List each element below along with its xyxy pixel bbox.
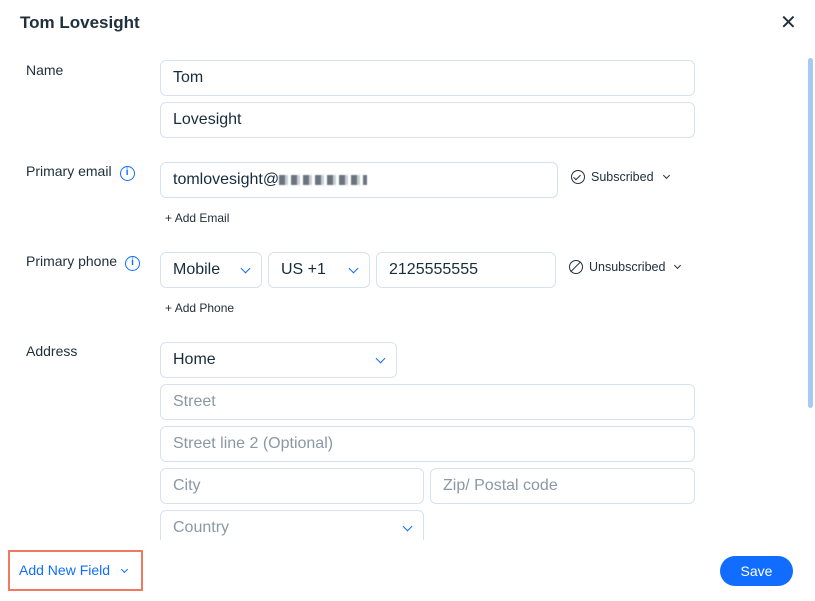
chevron-down-icon <box>375 353 386 364</box>
address-type-value: Home <box>173 351 216 368</box>
city-input[interactable]: City <box>160 468 424 504</box>
chevron-down-icon <box>240 263 251 274</box>
zip-input[interactable]: Zip/ Postal code <box>430 468 695 504</box>
phone-status: Unsubscribed <box>589 260 666 274</box>
blocked-icon <box>569 260 583 274</box>
email-subscription-dropdown[interactable]: Subscribed <box>571 170 670 184</box>
close-icon[interactable]: ✕ <box>780 10 797 35</box>
phone-label: Primary phone i <box>26 253 141 271</box>
address-type-select[interactable]: Home <box>160 342 397 378</box>
add-email-label: Add Email <box>174 211 230 225</box>
phone-type-value: Mobile <box>173 261 221 278</box>
country-select[interactable]: Country <box>160 510 424 540</box>
country-code-select[interactable]: US +1 <box>268 252 370 288</box>
redacted-domain <box>279 174 368 185</box>
chevron-down-icon <box>348 263 359 274</box>
check-circle-icon <box>571 170 585 184</box>
street-input[interactable]: Street <box>160 384 695 420</box>
address-label: Address <box>26 343 78 359</box>
chevron-down-icon <box>674 261 682 270</box>
add-phone-button[interactable]: + Add Phone <box>165 301 234 315</box>
email-label: Primary email i <box>26 163 135 181</box>
phone-subscription-dropdown[interactable]: Unsubscribed <box>569 260 682 274</box>
phone-label-text: Primary phone <box>26 253 118 269</box>
email-value: tomlovesight@ <box>173 171 280 188</box>
email-input[interactable]: tomlovesight@ <box>160 162 558 198</box>
dialog-title: Tom Lovesight <box>20 13 140 32</box>
phone-number-input[interactable]: 2125555555 <box>376 252 556 288</box>
chevron-down-icon <box>662 171 670 180</box>
scrollbar[interactable] <box>808 58 813 408</box>
country-code-value: US +1 <box>281 261 326 278</box>
email-label-text: Primary email <box>26 163 112 179</box>
chevron-down-icon <box>121 565 129 574</box>
save-button[interactable]: Save <box>720 556 793 586</box>
contact-form: Name Tom Lovesight Primary email i tomlov… <box>0 45 805 540</box>
add-new-field-button[interactable]: Add New Field <box>8 550 143 591</box>
add-email-button[interactable]: + Add Email <box>165 211 229 225</box>
phone-type-select[interactable]: Mobile <box>160 252 262 288</box>
last-name-input[interactable]: Lovesight <box>160 102 695 138</box>
country-placeholder: Country <box>173 519 230 536</box>
chevron-down-icon <box>402 521 413 532</box>
add-phone-label: Add Phone <box>174 301 235 315</box>
name-label: Name <box>26 62 64 78</box>
add-new-field-label: Add New Field <box>19 562 111 578</box>
email-status: Subscribed <box>591 170 654 184</box>
street2-input[interactable]: Street line 2 (Optional) <box>160 426 695 462</box>
first-name-input[interactable]: Tom <box>160 60 695 96</box>
info-icon[interactable]: i <box>125 256 141 271</box>
info-icon[interactable]: i <box>119 166 135 181</box>
